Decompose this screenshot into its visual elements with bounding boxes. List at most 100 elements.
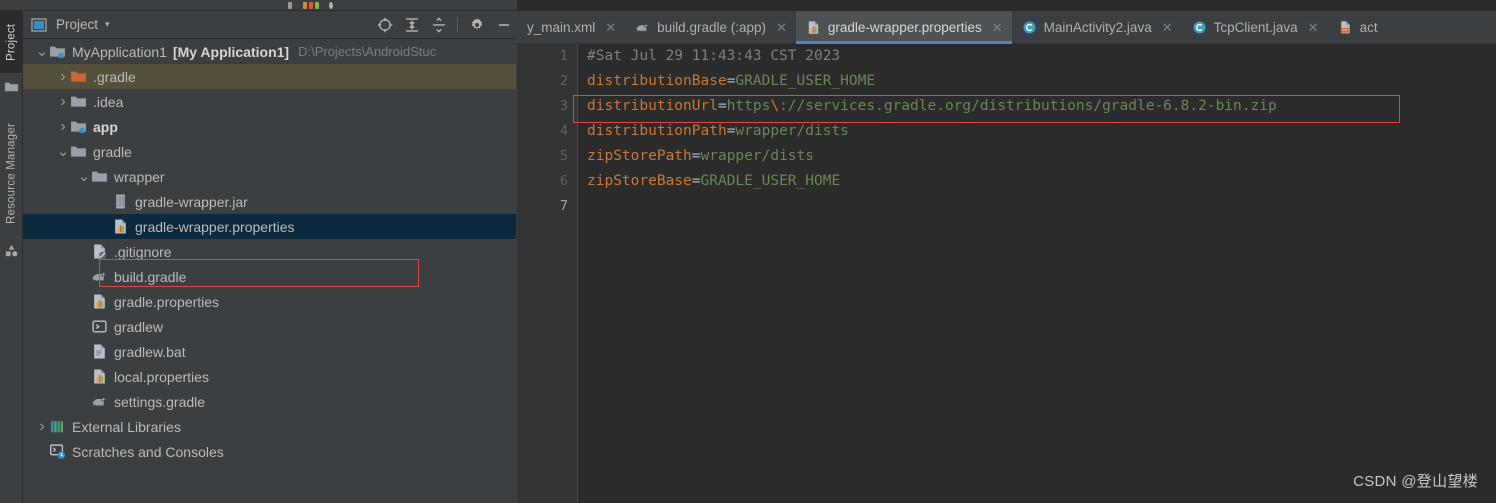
tree-row[interactable]: gradle-wrapper.properties [23, 214, 516, 239]
sidebar-item-project[interactable]: Project [0, 11, 23, 73]
shell-script-icon [91, 318, 108, 335]
java-class-icon [1022, 20, 1037, 35]
properties-icon [112, 218, 129, 235]
code-line[interactable]: distributionPath=wrapper/dists [579, 119, 1496, 144]
chevron-right-icon[interactable]: › [56, 64, 70, 89]
editor-tab[interactable]: TcpClient.java ✕ [1182, 11, 1328, 44]
project-view-icon [31, 17, 48, 33]
close-icon[interactable]: ✕ [992, 20, 1003, 36]
tree-row[interactable]: .gitignore [23, 239, 516, 264]
close-icon[interactable]: ✕ [605, 20, 616, 36]
svg-text:<>: <> [1342, 28, 1347, 33]
tree-row[interactable]: gradle-wrapper.jar [23, 189, 516, 214]
toolbar-fragment-icon [315, 2, 319, 9]
code-line[interactable]: distributionUrl=https\://services.gradle… [579, 94, 1496, 119]
tree-row-label: MyApplication1 [72, 43, 167, 60]
editor-tab[interactable]: y_main.xml ✕ [517, 11, 625, 44]
chevron-right-icon[interactable]: › [35, 414, 49, 439]
line-number: 7 [559, 198, 568, 214]
tree-row[interactable]: › app [23, 114, 516, 139]
jar-icon [112, 193, 129, 210]
code-editor[interactable]: 1234567 #Sat Jul 29 11:43:43 CST 2023 dis… [517, 44, 1496, 503]
folder-icon [91, 168, 108, 185]
editor-tab[interactable]: <> act [1328, 11, 1387, 44]
tree-row[interactable]: ⌄ gradle [23, 139, 516, 164]
tree-row[interactable]: gradlew.bat [23, 339, 516, 364]
tree-row[interactable]: Scratches and Consoles [23, 439, 516, 464]
project-panel-header: Project ▾ [23, 11, 516, 39]
editor-tab[interactable]: build.gradle (:app) ✕ [625, 11, 796, 44]
tree-row[interactable]: local.properties [23, 364, 516, 389]
line-number: 1 [559, 48, 568, 64]
properties-icon [91, 368, 108, 385]
tree-row[interactable]: ⌄ MyApplication1 [My Application1] D:\Proje… [23, 39, 516, 64]
folder-orange-icon [70, 68, 87, 85]
code-line[interactable] [579, 194, 1496, 219]
libraries-icon [49, 418, 66, 435]
module-folder-icon [70, 118, 87, 135]
toolbar-divider [457, 17, 458, 32]
tree-row[interactable]: ⌄ wrapper [23, 164, 516, 189]
collapse-all-icon[interactable] [430, 16, 447, 33]
line-number-gutter: 1 2 3 4 5 6 7 [517, 44, 578, 503]
editor-tab[interactable]: gradle-wrapper.properties ✕ [795, 11, 1012, 44]
toolbar-fragment-icon [329, 2, 333, 9]
hide-panel-icon[interactable] [495, 16, 512, 33]
sidebar-item-resource-manager[interactable]: Resource Manager [0, 106, 23, 241]
editor-tab-bar[interactable]: y_main.xml ✕ build.gradle (:app) ✕ gradle-wr… [517, 11, 1496, 44]
tree-row-label: build.gradle [114, 268, 187, 285]
project-icon [4, 79, 19, 94]
toolbar-fragment-icon [303, 2, 307, 9]
chevron-down-icon[interactable]: ⌄ [56, 139, 70, 164]
gradle-icon [91, 393, 108, 410]
close-icon[interactable]: ✕ [776, 20, 787, 36]
module-folder-icon [49, 43, 66, 60]
editor-tab[interactable]: MainActivity2.java ✕ [1012, 11, 1182, 44]
tree-row[interactable]: settings.gradle [23, 389, 516, 414]
line-number: 5 [559, 148, 568, 164]
scratches-icon [49, 443, 66, 460]
code-content[interactable]: #Sat Jul 29 11:43:43 CST 2023 distributio… [579, 44, 1496, 503]
project-tree[interactable]: ⌄ MyApplication1 [My Application1] D:\Proje… [23, 39, 516, 503]
code-line[interactable]: distributionBase=GRADLE_USER_HOME [579, 69, 1496, 94]
chevron-right-icon[interactable]: › [56, 89, 70, 114]
code-line[interactable]: zipStorePath=wrapper/dists [579, 144, 1496, 169]
tree-row-label: wrapper [114, 168, 165, 185]
expand-all-icon[interactable] [403, 16, 420, 33]
toolbar-fragment-icon [309, 2, 313, 9]
tree-row-label: Scratches and Consoles [72, 443, 224, 460]
tree-row-label: gradle-wrapper.properties [135, 218, 295, 235]
android-studio-window: Project Resource Manager Project ▾ ⌄ MyA… [0, 0, 1496, 503]
tree-row[interactable]: gradlew [23, 314, 516, 339]
chevron-down-icon[interactable]: ⌄ [77, 164, 91, 189]
tree-row-module-name: [My Application1] [172, 43, 290, 60]
sidebar-item-project-label: Project [5, 23, 18, 61]
chevron-right-icon[interactable]: › [56, 114, 70, 139]
code-line[interactable]: #Sat Jul 29 11:43:43 CST 2023 [579, 44, 1496, 69]
settings-gear-icon[interactable] [468, 16, 485, 33]
tree-row[interactable]: build.gradle [23, 264, 516, 289]
tree-row[interactable]: › .idea [23, 89, 516, 114]
tree-row[interactable]: › .gradle [23, 64, 516, 89]
tree-row[interactable]: › External Libraries [23, 414, 516, 439]
folder-icon [70, 143, 87, 160]
editor-tab-label: MainActivity2.java [1043, 20, 1152, 35]
toolbar-fragment-icon [288, 2, 292, 9]
code-line[interactable]: zipStoreBase=GRADLE_USER_HOME [579, 169, 1496, 194]
gitignore-icon [91, 243, 108, 260]
chevron-down-icon[interactable]: ⌄ [35, 39, 49, 64]
tree-row[interactable]: gradle.properties [23, 289, 516, 314]
locate-icon[interactable] [376, 16, 393, 33]
project-tool-window: Project ▾ ⌄ MyApplication1 [My Applicati… [23, 11, 516, 503]
chevron-down-icon[interactable]: ▾ [105, 19, 110, 30]
properties-icon [806, 20, 821, 35]
editor-tab-label: act [1359, 20, 1378, 35]
close-icon[interactable]: ✕ [1162, 20, 1173, 36]
close-icon[interactable]: ✕ [1308, 20, 1319, 36]
